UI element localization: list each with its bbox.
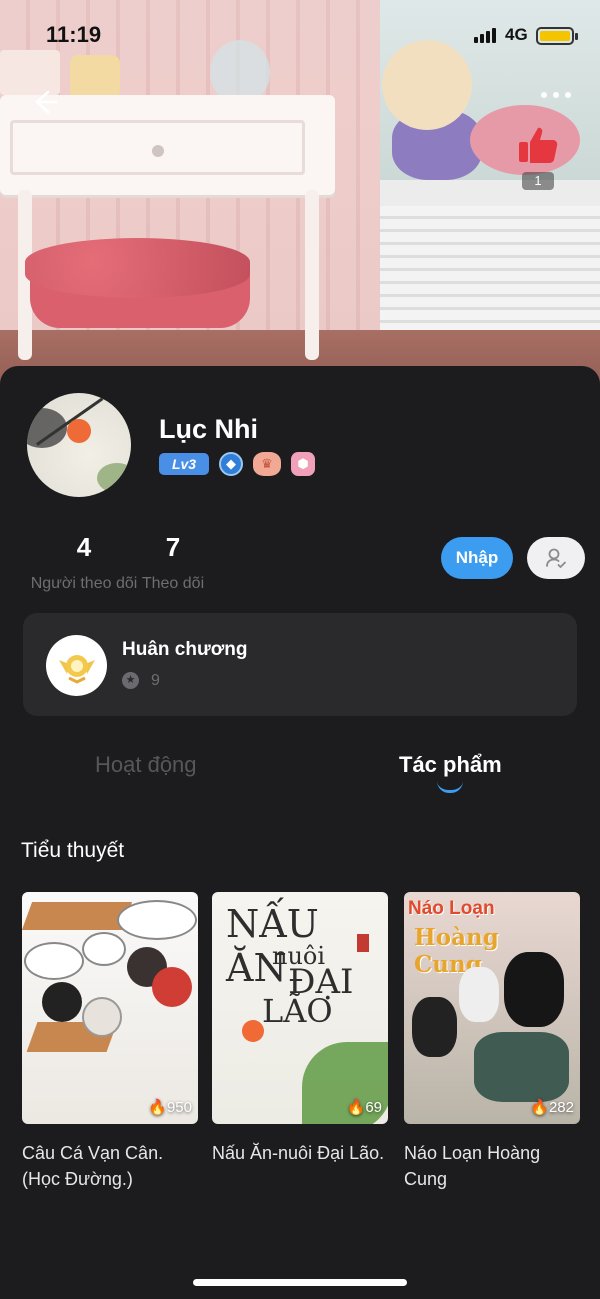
fire-icon: 🔥 [148,1099,167,1116]
book-heat: 🔥282 [530,1099,574,1116]
medal-icon [46,635,107,696]
book-card[interactable]: 🔥950 Câu Cá Vạn Cân.(Học Đường.) [22,892,198,1192]
followers-count: 4 [76,532,92,562]
level-badge[interactable]: Lv3 [159,453,209,475]
following-stat[interactable]: 7 Theo dõi [140,532,206,593]
hexagon-badge-icon[interactable]: ⬢ [291,452,315,476]
banner-knob [152,145,164,157]
username: Lục Nhi [159,414,258,444]
book-card[interactable]: NẤU ĂN nuôi ĐẠI LÃO 🔥69 Nấu Ăn-nuôi Đại … [212,892,388,1166]
more-options-icon[interactable] [538,88,574,112]
like-count: 1 [522,172,554,190]
followers-label: Người theo dõi [30,575,138,592]
book-heat: 🔥69 [346,1099,382,1116]
book-card[interactable]: Náo Loạn Hoàng Cung. 🔥282 Náo Loạn Hoàng… [404,892,580,1192]
followers-stat[interactable]: 4 Người theo dõi [28,532,140,593]
avatar[interactable] [27,393,131,497]
signal-icon [474,28,496,43]
tab-works[interactable]: Tác phẩm [399,752,502,778]
banner-leg [305,190,319,360]
home-indicator[interactable] [193,1279,407,1286]
banner-stool [25,238,250,298]
following-count: 7 [165,532,181,562]
cover-title-line: Náo Loạn [408,898,495,919]
book-title: Nấu Ăn-nuôi Đại Lão. [212,1143,385,1163]
wings-badge-icon[interactable]: ♛ [253,452,281,476]
section-title-novels: Tiểu thuyết [21,839,125,862]
fire-icon: 🔥 [346,1099,366,1116]
book-cover[interactable]: 🔥950 [22,892,198,1124]
book-heat: 🔥950 [148,1099,192,1116]
book-title: Câu Cá Vạn Cân.(Học Đường.) [22,1143,164,1189]
medal-title: Huân chương [122,639,248,660]
badge-row: Lv3 ◆ ♛ ⬢ [159,452,315,476]
book-cover[interactable]: Náo Loạn Hoàng Cung. 🔥282 [404,892,580,1124]
star-icon: ★ [122,672,139,689]
cover-title-line: LÃO [262,992,333,1030]
status-bar: 11:19 4G [0,0,600,70]
import-button[interactable]: Nhập [441,537,513,579]
status-time: 11:19 [46,22,102,47]
following-label: Theo dõi [141,575,205,592]
book-title: Náo Loạn Hoàng Cung [404,1143,541,1189]
user-check-icon [546,548,566,568]
network-type: 4G [505,25,528,44]
follow-button[interactable] [527,537,585,579]
diamond-badge-icon[interactable]: ◆ [219,452,243,476]
tab-activity[interactable]: Hoạt động [95,752,197,778]
fire-icon: 🔥 [530,1099,549,1116]
book-cover[interactable]: NẤU ĂN nuôi ĐẠI LÃO 🔥69 [212,892,388,1124]
banner-sill [380,180,600,206]
battery-icon [536,27,578,45]
medal-card[interactable]: Huân chương ★ 9 [23,613,577,716]
thumbs-up-icon[interactable] [516,124,560,168]
medal-count: 9 [151,672,160,689]
back-arrow-icon[interactable] [28,86,60,118]
